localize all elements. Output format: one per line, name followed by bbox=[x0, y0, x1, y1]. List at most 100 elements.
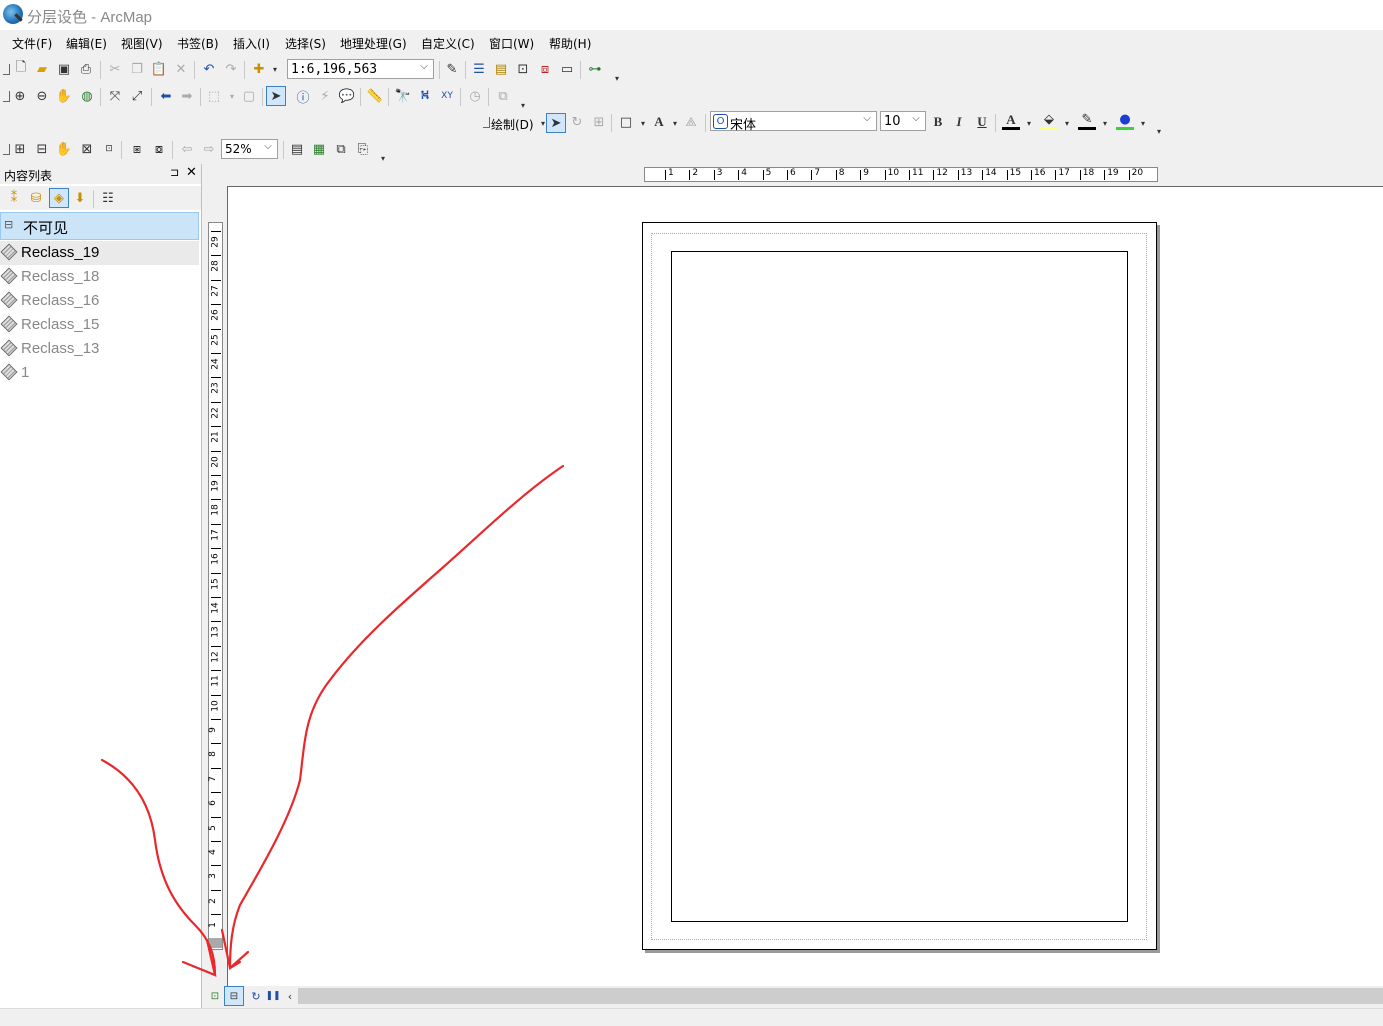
find-route-icon[interactable]: ⛕ bbox=[416, 87, 434, 105]
font-color-dropdown-icon[interactable]: ▾ bbox=[1020, 114, 1038, 132]
menu-insert[interactable]: 插入(I) bbox=[233, 35, 270, 52]
go-back-extent-icon[interactable]: ⇦ bbox=[178, 140, 196, 158]
select-elements-icon[interactable]: ➤ bbox=[266, 86, 286, 106]
layer-row[interactable]: Reclass_19 bbox=[0, 241, 199, 265]
underline-button[interactable]: U bbox=[973, 113, 991, 131]
save-icon[interactable]: ▣ bbox=[55, 60, 73, 78]
list-by-visibility-icon[interactable]: ◈ bbox=[49, 188, 69, 208]
identify-icon[interactable]: ⓘ bbox=[294, 87, 312, 106]
pin-icon[interactable]: ⊐ bbox=[170, 166, 179, 179]
delete-icon[interactable]: ✕ bbox=[172, 60, 190, 78]
layout-zoom-out-icon[interactable]: ⊟ bbox=[33, 140, 51, 158]
copy-icon[interactable]: ❐ bbox=[128, 60, 146, 78]
toolbar-options-icon[interactable]: ▾ bbox=[608, 69, 626, 87]
rectangle-icon[interactable]: □ bbox=[617, 113, 635, 131]
menu-help[interactable]: 帮助(H) bbox=[549, 35, 591, 52]
visibility-group-row[interactable]: ⊟ 不可见 bbox=[0, 212, 199, 240]
list-by-selection-icon[interactable]: ⬇ bbox=[71, 189, 89, 207]
layer-row[interactable]: 1 bbox=[0, 361, 199, 385]
select-features-icon[interactable]: ⬚ bbox=[205, 87, 223, 105]
scroll-left-icon[interactable]: ‹ bbox=[281, 987, 299, 1005]
back-extent-icon[interactable]: ⬅ bbox=[157, 87, 175, 105]
marker-color-icon[interactable]: ● bbox=[1116, 112, 1134, 130]
print-icon[interactable]: ⎙ bbox=[77, 60, 95, 78]
menu-view[interactable]: 视图(V) bbox=[121, 35, 163, 52]
time-slider-icon[interactable]: ◷ bbox=[466, 87, 484, 105]
toolbar-grip-icon[interactable] bbox=[3, 144, 10, 155]
list-by-source-icon[interactable]: ⛁ bbox=[27, 189, 45, 207]
catalog-icon[interactable]: ▤ bbox=[492, 60, 510, 78]
measure-icon[interactable]: 📏 bbox=[366, 87, 384, 105]
change-layout-icon[interactable]: ⧉ bbox=[332, 140, 350, 158]
pan-icon[interactable]: ✋ bbox=[55, 87, 73, 105]
options-icon[interactable]: ☷ bbox=[99, 189, 117, 207]
layout-zoom-in-icon[interactable]: ⊞ bbox=[11, 140, 29, 158]
paste-icon[interactable]: 📋 bbox=[150, 60, 168, 78]
toolbar-grip-icon[interactable] bbox=[483, 117, 490, 128]
menu-customize[interactable]: 自定义(C) bbox=[421, 35, 475, 52]
menu-selection[interactable]: 选择(S) bbox=[285, 35, 326, 52]
fixed-zoom-in-layout-icon[interactable]: ⧆ bbox=[128, 140, 146, 158]
zoom-100-icon[interactable]: ⊡ bbox=[100, 140, 118, 158]
fill-color-dropdown-icon[interactable]: ▾ bbox=[1058, 114, 1076, 132]
open-icon[interactable]: ▰ bbox=[33, 60, 51, 78]
chevron-down-icon[interactable]: ⌵ bbox=[417, 61, 431, 77]
italic-button[interactable]: I bbox=[950, 113, 968, 131]
create-viewer-icon[interactable]: ⧉ bbox=[494, 87, 512, 105]
html-popup-icon[interactable]: 💬 bbox=[338, 87, 356, 105]
find-icon[interactable]: 🔭 bbox=[394, 87, 412, 105]
menu-edit[interactable]: 编辑(E) bbox=[66, 35, 107, 52]
new-document-icon[interactable]: 🗋 bbox=[12, 60, 30, 78]
zoom-out-icon[interactable]: ⊖ bbox=[33, 87, 51, 105]
bold-button[interactable]: B bbox=[929, 113, 947, 131]
layout-pan-icon[interactable]: ✋ bbox=[55, 140, 73, 158]
redo-icon[interactable]: ↷ bbox=[222, 60, 240, 78]
undo-icon[interactable]: ↶ bbox=[200, 60, 218, 78]
collapse-icon[interactable]: ⊟ bbox=[4, 218, 13, 231]
editor-toolbar-icon[interactable]: ✎ bbox=[443, 60, 461, 78]
toggle-draft-mode-icon[interactable]: ▤ bbox=[288, 140, 306, 158]
vertical-ruler[interactable]: 29 28 27 26 25 24 23 22 21 20 19 18 17 16 15 14 13 12 11 10… bbox=[208, 222, 223, 950]
clear-selection-icon[interactable]: ▢ bbox=[240, 87, 258, 105]
menu-file[interactable]: 文件(F) bbox=[12, 35, 52, 52]
chevron-down-icon[interactable]: ⌵ bbox=[860, 113, 874, 129]
draw-menu-label[interactable]: 绘制(D) bbox=[491, 116, 534, 133]
edit-vertices-icon[interactable]: ⟁ bbox=[682, 113, 700, 131]
font-name-combo[interactable]: O 宋体 ⌵ bbox=[710, 111, 877, 133]
search-window-icon[interactable]: ⊡ bbox=[514, 60, 532, 78]
select-dropdown-icon[interactable]: ▾ bbox=[223, 87, 241, 105]
data-driven-pages-icon[interactable]: ⎘ bbox=[354, 140, 372, 158]
table-of-contents-icon[interactable]: ☰ bbox=[470, 60, 488, 78]
layout-zoom-combo[interactable]: 52% ⌵ bbox=[221, 139, 278, 159]
font-color-icon[interactable]: A bbox=[1002, 112, 1020, 130]
font-size-combo[interactable]: 10 ⌵ bbox=[880, 111, 926, 131]
rotate-icon[interactable]: ↻ bbox=[568, 113, 586, 131]
menu-windows[interactable]: 窗口(W) bbox=[489, 35, 534, 52]
select-elements-icon[interactable]: ➤ bbox=[546, 113, 566, 133]
fixed-zoom-out-icon[interactable]: ⤢ bbox=[128, 87, 146, 105]
zoom-to-selected-icon[interactable]: ⊞ bbox=[590, 113, 608, 131]
fixed-zoom-in-icon[interactable]: ⤧ bbox=[106, 87, 124, 105]
fill-color-icon[interactable]: ⬙ bbox=[1040, 112, 1058, 130]
list-by-drawing-order-icon[interactable]: ⁑ bbox=[5, 189, 23, 207]
go-to-xy-icon[interactable]: XY bbox=[438, 87, 456, 105]
line-color-dropdown-icon[interactable]: ▾ bbox=[1096, 114, 1114, 132]
toolbar-options-icon[interactable]: ▾ bbox=[1150, 122, 1168, 140]
arctoolbox-icon[interactable]: ⧈ bbox=[536, 60, 554, 78]
map-scale-combo[interactable]: 1:6,196,563 ⌵ bbox=[287, 59, 434, 79]
focus-data-frame-icon[interactable]: ▦ bbox=[310, 140, 328, 158]
zoom-in-icon[interactable]: ⊕ bbox=[11, 87, 29, 105]
add-data-dropdown-icon[interactable]: ▾ bbox=[266, 60, 284, 78]
layer-row[interactable]: Reclass_18 bbox=[0, 265, 199, 289]
full-extent-icon[interactable]: ◍ bbox=[78, 87, 96, 105]
zoom-whole-page-icon[interactable]: ⊠ bbox=[78, 140, 96, 158]
layer-row[interactable]: Reclass_13 bbox=[0, 337, 199, 361]
data-view-icon[interactable]: ⊡ bbox=[206, 987, 224, 1005]
refresh-icon[interactable]: ↻ bbox=[247, 987, 265, 1005]
python-window-icon[interactable]: ▭ bbox=[558, 60, 576, 78]
fixed-zoom-out-layout-icon[interactable]: ⧇ bbox=[150, 140, 168, 158]
data-frame[interactable] bbox=[671, 251, 1128, 922]
hyperlink-icon[interactable]: ⚡ bbox=[316, 87, 334, 105]
horizontal-ruler[interactable]: 1 2 3 4 5 6 7 8 9 10 11 12 13 14 15 16 17 18 19 20 bbox=[644, 167, 1158, 182]
chevron-down-icon[interactable]: ⌵ bbox=[909, 113, 923, 129]
